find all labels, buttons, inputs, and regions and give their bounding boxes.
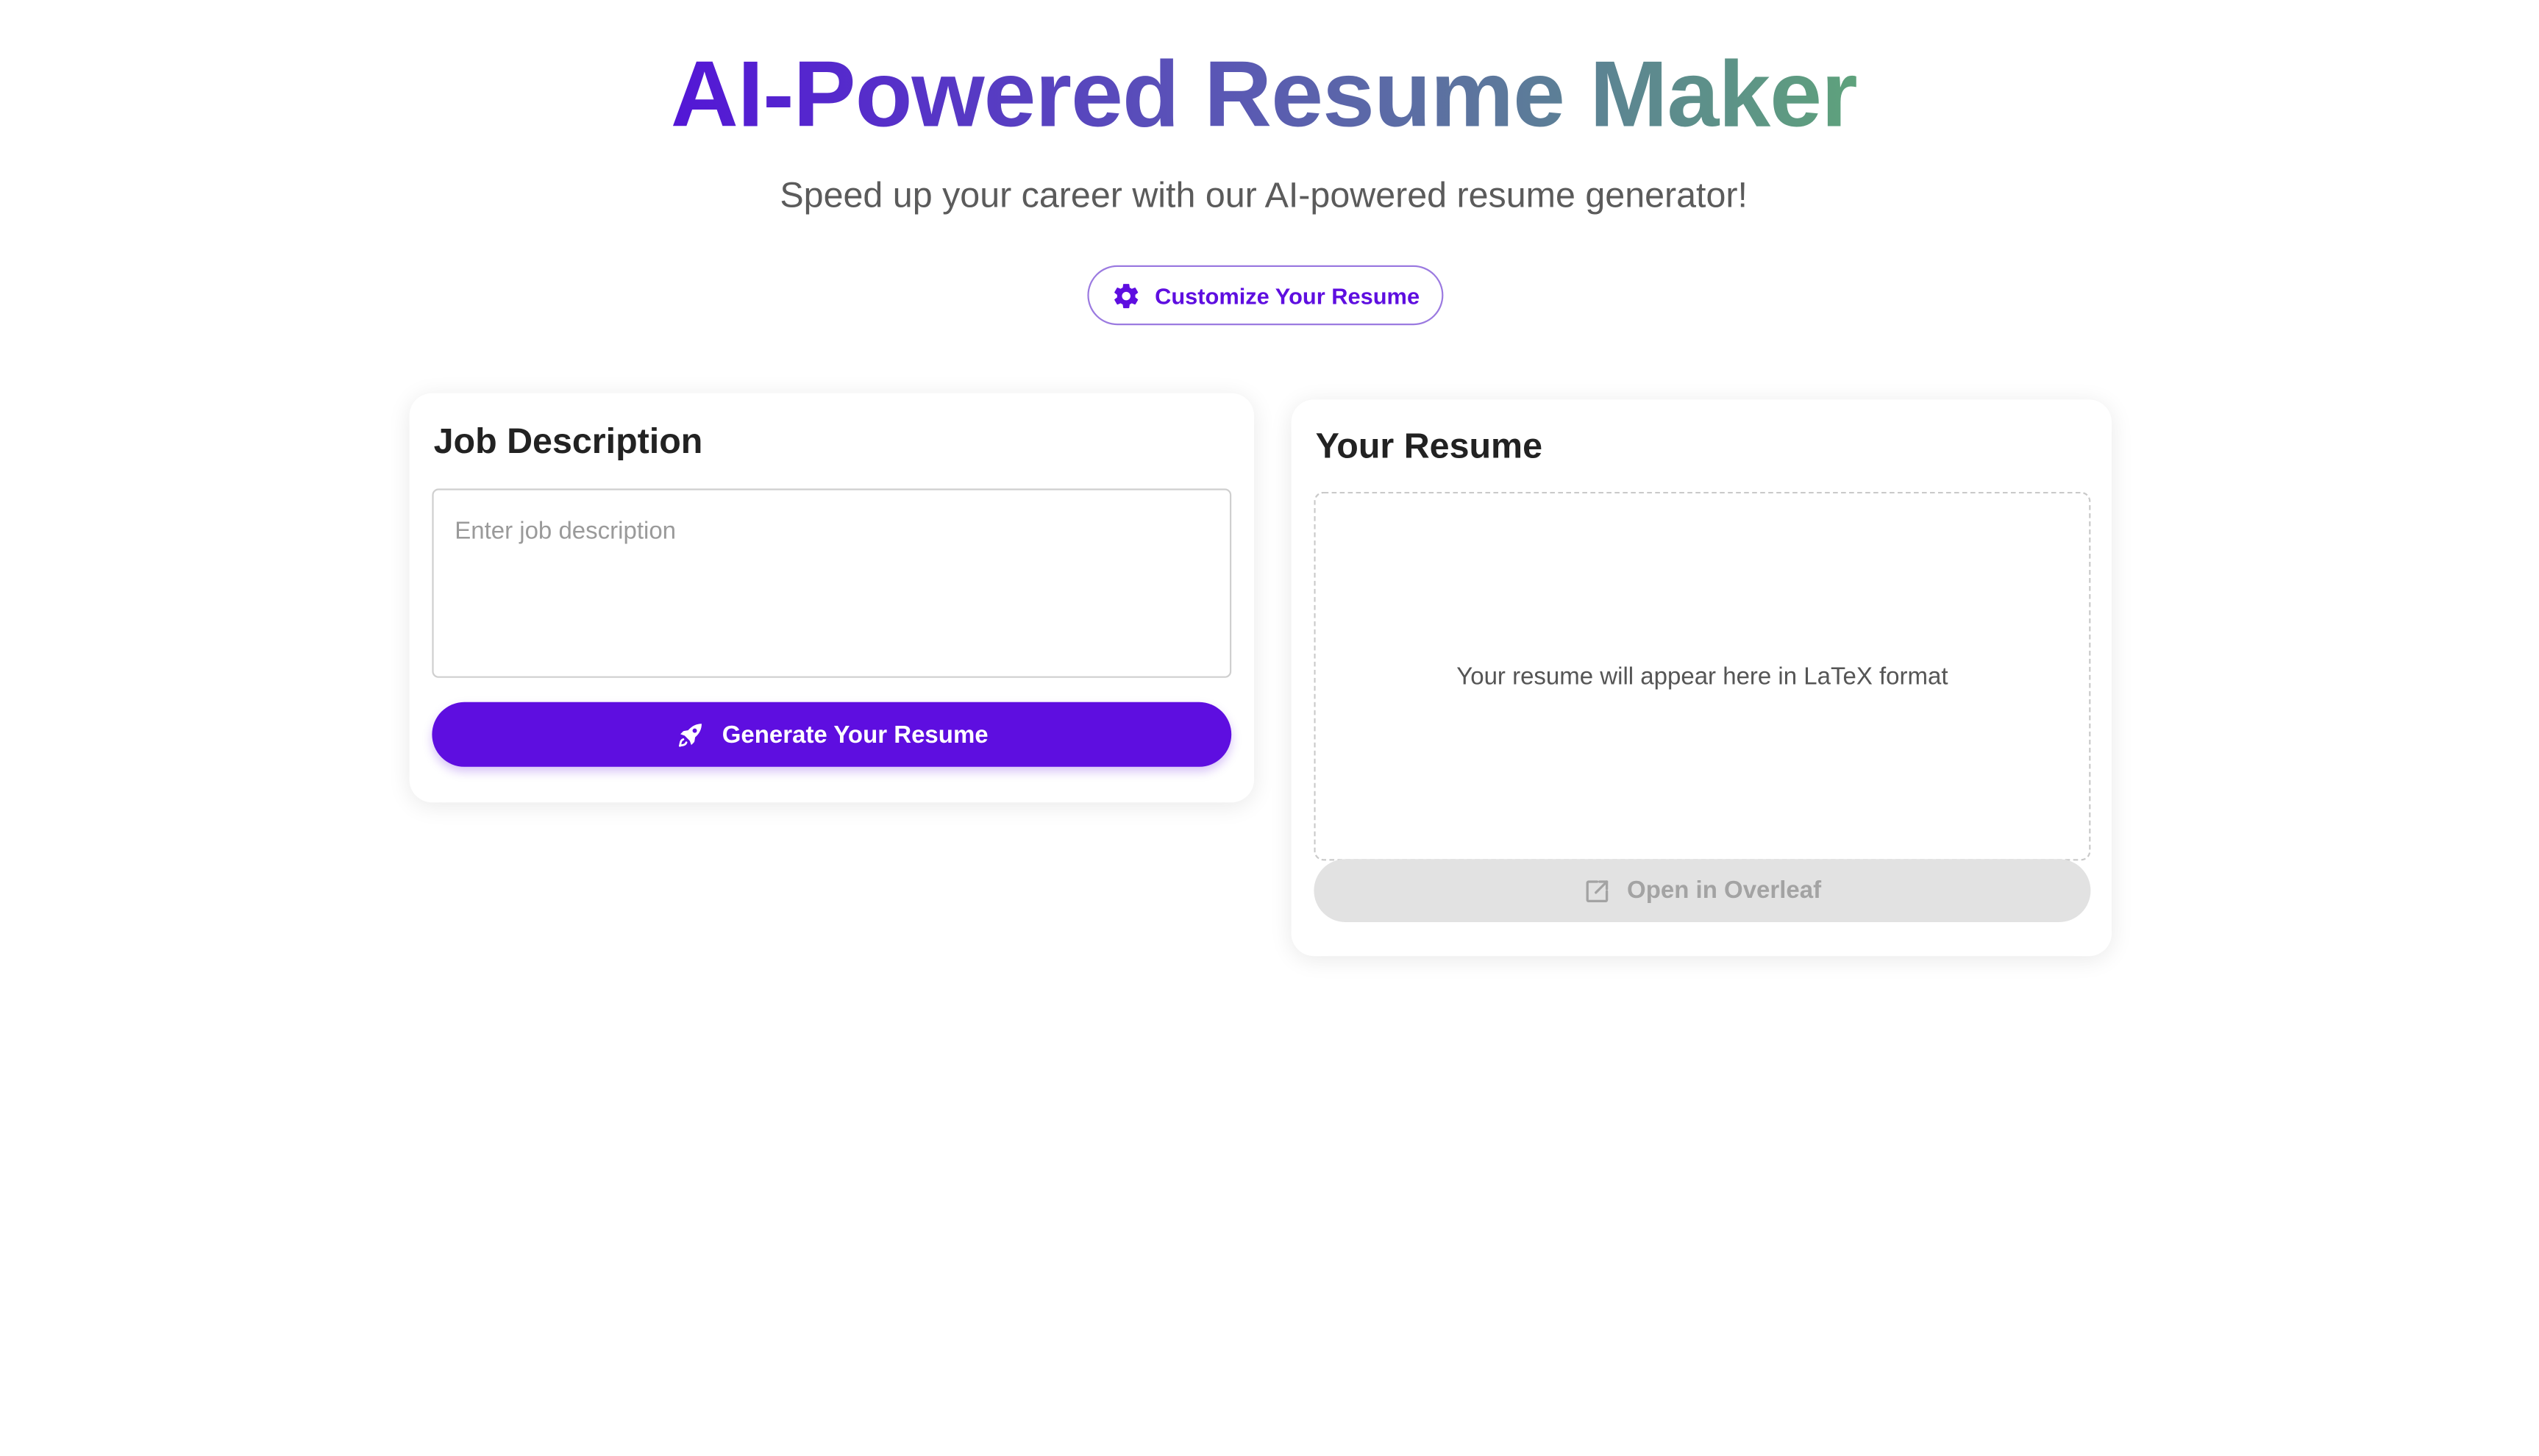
resume-preview-placeholder: Your resume will appear here in LaTeX fo…: [1456, 662, 1948, 690]
generate-resume-button[interactable]: Generate Your Resume: [432, 702, 1232, 767]
open-in-overleaf-button[interactable]: Open in Overleaf: [1314, 859, 2091, 922]
job-description-heading: Job Description: [433, 421, 703, 461]
external-link-icon: [1587, 879, 1609, 902]
gear-icon: [1114, 282, 1138, 307]
page-subtitle: Speed up your career with our AI-powered…: [780, 174, 1748, 215]
rocket-icon: [679, 723, 702, 746]
customize-resume-button[interactable]: Customize Your Resume: [1087, 265, 1444, 326]
resume-preview-area: Your resume will appear here in LaTeX fo…: [1314, 491, 2091, 861]
generate-resume-label: Generate Your Resume: [722, 721, 989, 749]
your-resume-heading: Your Resume: [1315, 425, 1543, 466]
your-resume-card: Your Resume Your resume will appear here…: [1291, 399, 2112, 957]
page-title-text: AI-Powered Resume Maker: [670, 42, 1858, 148]
job-description-card: Job Description Generate Your Resume: [409, 393, 1254, 803]
open-in-overleaf-label: Open in Overleaf: [1627, 877, 1822, 904]
page: AI-Powered Resume Maker Speed up your ca…: [0, 0, 2527, 1449]
customize-resume-label: Customize Your Resume: [1155, 282, 1420, 309]
page-title: AI-Powered Resume Maker: [0, 35, 2527, 155]
job-description-input[interactable]: [432, 488, 1232, 678]
